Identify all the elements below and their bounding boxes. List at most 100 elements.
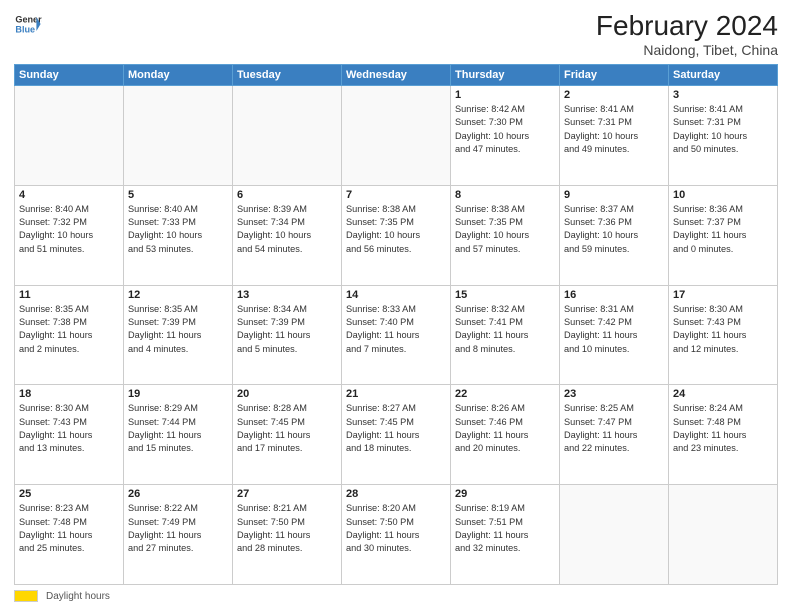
calendar-week-row: 25Sunrise: 8:23 AM Sunset: 7:48 PM Dayli… [15,485,778,585]
calendar-table: SundayMondayTuesdayWednesdayThursdayFrid… [14,64,778,585]
logo: General Blue [14,10,42,38]
calendar-cell [342,86,451,186]
day-number: 14 [346,289,446,301]
day-info: Sunrise: 8:36 AM Sunset: 7:37 PM Dayligh… [673,203,773,256]
calendar-cell: 3 Sunrise: 8:41 AM Sunset: 7:31 PM Daylig… [669,86,778,186]
calendar-cell: 18 Sunrise: 8:30 AM Sunset: 7:43 PM Dayli… [15,385,124,485]
day-info: Sunrise: 8:35 AM Sunset: 7:39 PM Dayligh… [128,303,228,356]
day-number: 11 [19,289,119,301]
calendar-week-row: 18 Sunrise: 8:30 AM Sunset: 7:43 PM Dayli… [15,385,778,485]
day-info: Sunrise: 8:37 AM Sunset: 7:36 PM Dayligh… [564,203,664,256]
calendar-cell: 20 Sunrise: 8:28 AM Sunset: 7:45 PM Dayli… [233,385,342,485]
day-number: 25 [19,488,119,500]
day-number: 7 [346,189,446,201]
day-number: 2 [564,89,664,101]
day-number: 23 [564,388,664,400]
calendar-cell: 5 Sunrise: 8:40 AM Sunset: 7:33 PM Daylig… [124,185,233,285]
calendar-cell: 11 Sunrise: 8:35 AM Sunset: 7:38 PM Dayli… [15,285,124,385]
day-number: 27 [237,488,337,500]
calendar-cell: 27Sunrise: 8:21 AM Sunset: 7:50 PM Dayli… [233,485,342,585]
day-number: 24 [673,388,773,400]
day-info: Sunrise: 8:41 AM Sunset: 7:31 PM Dayligh… [564,103,664,156]
calendar-day-header: Thursday [451,65,560,86]
page: General Blue February 2024 Naidong, Tibe… [0,0,792,612]
day-number: 15 [455,289,555,301]
day-info: Sunrise: 8:30 AM Sunset: 7:43 PM Dayligh… [19,402,119,455]
main-title: February 2024 [596,10,778,42]
calendar-cell: 10Sunrise: 8:36 AM Sunset: 7:37 PM Dayli… [669,185,778,285]
day-info: Sunrise: 8:26 AM Sunset: 7:46 PM Dayligh… [455,402,555,455]
day-info: Sunrise: 8:42 AM Sunset: 7:30 PM Dayligh… [455,103,555,156]
calendar-cell: 21Sunrise: 8:27 AM Sunset: 7:45 PM Dayli… [342,385,451,485]
calendar-cell [560,485,669,585]
day-info: Sunrise: 8:41 AM Sunset: 7:31 PM Dayligh… [673,103,773,156]
day-info: Sunrise: 8:38 AM Sunset: 7:35 PM Dayligh… [346,203,446,256]
day-info: Sunrise: 8:33 AM Sunset: 7:40 PM Dayligh… [346,303,446,356]
day-number: 20 [237,388,337,400]
calendar-week-row: 11 Sunrise: 8:35 AM Sunset: 7:38 PM Dayli… [15,285,778,385]
day-info: Sunrise: 8:34 AM Sunset: 7:39 PM Dayligh… [237,303,337,356]
logo-icon: General Blue [14,10,42,38]
day-info: Sunrise: 8:40 AM Sunset: 7:33 PM Dayligh… [128,203,228,256]
calendar-cell: 12 Sunrise: 8:35 AM Sunset: 7:39 PM Dayli… [124,285,233,385]
title-block: February 2024 Naidong, Tibet, China [596,10,778,58]
day-info: Sunrise: 8:30 AM Sunset: 7:43 PM Dayligh… [673,303,773,356]
day-number: 19 [128,388,228,400]
day-number: 9 [564,189,664,201]
daylight-label: Daylight hours [46,591,110,602]
day-info: Sunrise: 8:40 AM Sunset: 7:32 PM Dayligh… [19,203,119,256]
calendar-cell: 6Sunrise: 8:39 AM Sunset: 7:34 PM Daylig… [233,185,342,285]
calendar-cell: 22 Sunrise: 8:26 AM Sunset: 7:46 PM Dayli… [451,385,560,485]
calendar-day-header: Monday [124,65,233,86]
day-number: 4 [19,189,119,201]
calendar-cell: 9 Sunrise: 8:37 AM Sunset: 7:36 PM Daylig… [560,185,669,285]
calendar-cell: 24 Sunrise: 8:24 AM Sunset: 7:48 PM Dayli… [669,385,778,485]
day-number: 26 [128,488,228,500]
header: General Blue February 2024 Naidong, Tibe… [14,10,778,58]
day-info: Sunrise: 8:28 AM Sunset: 7:45 PM Dayligh… [237,402,337,455]
calendar-cell: 13 Sunrise: 8:34 AM Sunset: 7:39 PM Dayli… [233,285,342,385]
calendar-cell: 19Sunrise: 8:29 AM Sunset: 7:44 PM Dayli… [124,385,233,485]
day-number: 8 [455,189,555,201]
day-number: 3 [673,89,773,101]
day-number: 1 [455,89,555,101]
day-number: 17 [673,289,773,301]
calendar-cell: 1 Sunrise: 8:42 AM Sunset: 7:30 PM Daylig… [451,86,560,186]
calendar-body: 1 Sunrise: 8:42 AM Sunset: 7:30 PM Daylig… [15,86,778,585]
day-number: 6 [237,189,337,201]
calendar-cell: 16 Sunrise: 8:31 AM Sunset: 7:42 PM Dayli… [560,285,669,385]
day-info: Sunrise: 8:20 AM Sunset: 7:50 PM Dayligh… [346,502,446,555]
calendar-cell [233,86,342,186]
day-number: 5 [128,189,228,201]
calendar-cell: 28 Sunrise: 8:20 AM Sunset: 7:50 PM Dayli… [342,485,451,585]
calendar-week-row: 4 Sunrise: 8:40 AM Sunset: 7:32 PM Daylig… [15,185,778,285]
calendar-cell: 7 Sunrise: 8:38 AM Sunset: 7:35 PM Daylig… [342,185,451,285]
calendar-cell: 15 Sunrise: 8:32 AM Sunset: 7:41 PM Dayli… [451,285,560,385]
calendar-cell: 17 Sunrise: 8:30 AM Sunset: 7:43 PM Dayli… [669,285,778,385]
calendar-week-row: 1 Sunrise: 8:42 AM Sunset: 7:30 PM Daylig… [15,86,778,186]
daylight-swatch [14,590,38,602]
day-number: 13 [237,289,337,301]
day-info: Sunrise: 8:35 AM Sunset: 7:38 PM Dayligh… [19,303,119,356]
day-number: 22 [455,388,555,400]
calendar-day-header: Tuesday [233,65,342,86]
day-number: 18 [19,388,119,400]
calendar-cell: 29Sunrise: 8:19 AM Sunset: 7:51 PM Dayli… [451,485,560,585]
day-info: Sunrise: 8:19 AM Sunset: 7:51 PM Dayligh… [455,502,555,555]
day-number: 21 [346,388,446,400]
day-number: 12 [128,289,228,301]
day-info: Sunrise: 8:31 AM Sunset: 7:42 PM Dayligh… [564,303,664,356]
day-info: Sunrise: 8:25 AM Sunset: 7:47 PM Dayligh… [564,402,664,455]
calendar-day-header: Friday [560,65,669,86]
day-info: Sunrise: 8:24 AM Sunset: 7:48 PM Dayligh… [673,402,773,455]
day-info: Sunrise: 8:32 AM Sunset: 7:41 PM Dayligh… [455,303,555,356]
day-info: Sunrise: 8:38 AM Sunset: 7:35 PM Dayligh… [455,203,555,256]
day-number: 28 [346,488,446,500]
footer: Daylight hours [14,590,778,602]
calendar-day-header: Wednesday [342,65,451,86]
calendar-cell: 26Sunrise: 8:22 AM Sunset: 7:49 PM Dayli… [124,485,233,585]
calendar-cell: 14 Sunrise: 8:33 AM Sunset: 7:40 PM Dayli… [342,285,451,385]
calendar-cell: 2 Sunrise: 8:41 AM Sunset: 7:31 PM Daylig… [560,86,669,186]
calendar-cell: 25Sunrise: 8:23 AM Sunset: 7:48 PM Dayli… [15,485,124,585]
day-number: 16 [564,289,664,301]
